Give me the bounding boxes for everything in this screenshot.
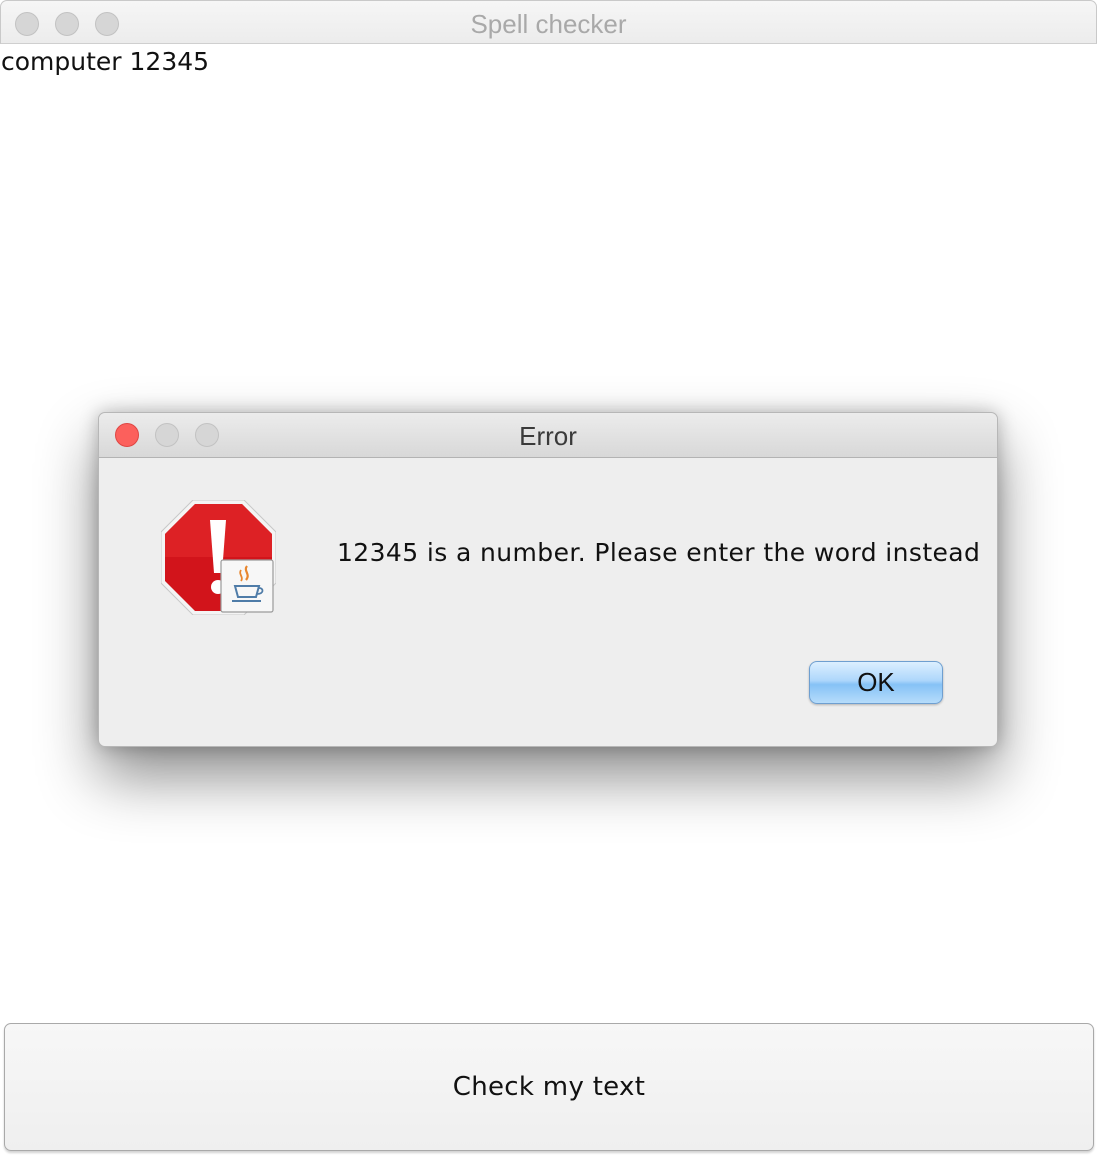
java-coffee-cup-icon	[220, 559, 274, 613]
window-title: Spell checker	[470, 9, 627, 39]
error-dialog: Error 12345 is a number. Please enter th…	[98, 412, 998, 747]
check-text-button-label: Check my text	[452, 1072, 646, 1102]
dialog-titlebar[interactable]: Error	[99, 413, 997, 458]
dialog-title: Error	[519, 421, 577, 451]
spell-checker-window: Spell checker computer 12345 Check my te…	[0, 0, 1099, 1160]
ok-button-label: OK	[857, 667, 895, 697]
text-input-content: computer 12345	[1, 47, 210, 76]
window-titlebar[interactable]: Spell checker	[0, 0, 1097, 44]
check-text-button[interactable]: Check my text	[4, 1023, 1094, 1151]
ok-button[interactable]: OK	[809, 661, 943, 704]
error-stop-sign-icon	[161, 500, 276, 615]
dialog-message: 12345 is a number. Please enter the word…	[337, 538, 981, 567]
dialog-body: 12345 is a number. Please enter the word…	[99, 458, 997, 746]
